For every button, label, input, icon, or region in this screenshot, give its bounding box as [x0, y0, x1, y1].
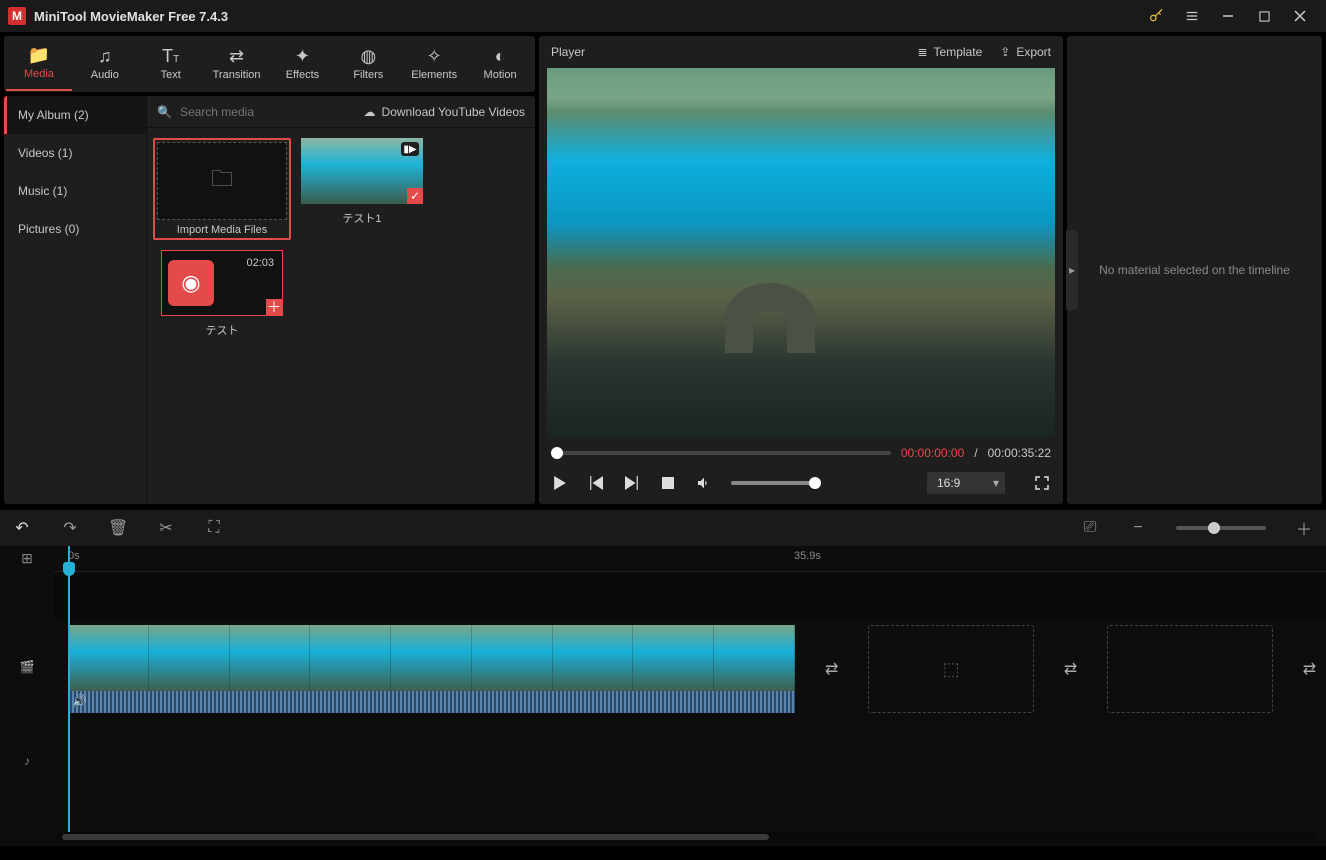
aspect-ratio-select[interactable]: 16:9: [927, 472, 1005, 494]
export-icon: ⇪: [1000, 45, 1010, 59]
delete-button[interactable]: 🗑: [108, 518, 128, 538]
timeline-scrollbar[interactable]: [56, 832, 1318, 842]
download-youtube-button[interactable]: ☁ Download YouTube Videos: [364, 105, 525, 119]
play-button[interactable]: [551, 474, 569, 492]
title-bar: M MiniTool MovieMaker Free 7.4.3: [0, 0, 1326, 32]
close-button[interactable]: [1282, 0, 1318, 32]
player-viewport[interactable]: [547, 68, 1055, 438]
tab-motion[interactable]: ◐Motion: [467, 37, 533, 91]
add-track-button[interactable]: ⊞: [0, 546, 54, 570]
empty-clip-slot[interactable]: ⬚: [868, 625, 1034, 713]
transition-slot-icon[interactable]: ⇄: [1054, 652, 1087, 686]
media-label: テスト1: [342, 210, 381, 226]
text-icon: TT: [162, 47, 179, 65]
motion-icon: ◐: [495, 47, 506, 65]
music-note-icon: ♫: [98, 47, 112, 65]
folder-open-icon: 🗀: [211, 162, 233, 200]
main-toolbar: 📁Media ♫Audio TTText ⇄Transition ✦Effect…: [4, 36, 535, 92]
total-time: 00:00:35:22: [988, 446, 1051, 460]
timeline: ⊞ 🎬 ♪ 0s 35.9s 🔊 ⇄ ⬚ ⇄ ⇄: [0, 546, 1326, 846]
media-label: テスト: [206, 322, 239, 338]
layers-icon: ≣: [917, 45, 927, 59]
cat-my-album[interactable]: My Album (2): [4, 96, 146, 134]
video-track-icon: 🎬: [0, 620, 54, 714]
video-track[interactable]: 🔊 ⇄ ⬚ ⇄ ⇄: [54, 622, 1326, 716]
media-category-list: My Album (2) Videos (1) Music (1) Pictur…: [4, 96, 147, 504]
redo-button[interactable]: ↷: [60, 518, 80, 538]
audio-track-icon: ♪: [0, 714, 54, 808]
inspector-panel: ▸ No material selected on the timeline: [1067, 36, 1322, 504]
search-input[interactable]: [180, 105, 356, 119]
transition-slot-icon[interactable]: ⇄: [815, 652, 848, 686]
zoom-out-button[interactable]: −: [1128, 519, 1148, 537]
current-time: 00:00:00:00: [901, 446, 964, 460]
cat-videos[interactable]: Videos (1): [4, 134, 146, 172]
media-item-video[interactable]: ▮▶ ✓ テスト1: [297, 138, 427, 240]
cloud-download-icon: ☁: [364, 105, 376, 119]
fullscreen-button[interactable]: [1033, 474, 1051, 492]
prev-frame-button[interactable]: [587, 474, 605, 492]
player-panel: Player ≣ Template ⇪ Export 00:00:00:00 /…: [539, 36, 1063, 504]
playhead[interactable]: [68, 546, 70, 832]
audio-track[interactable]: [54, 716, 1326, 810]
snap-button[interactable]: ⎚: [1080, 519, 1100, 537]
tab-transition[interactable]: ⇄Transition: [204, 37, 270, 91]
fx-track[interactable]: [54, 572, 1326, 622]
import-label: Import Media Files: [157, 224, 287, 236]
transition-slot-icon[interactable]: ⇄: [1293, 652, 1326, 686]
video-badge-icon: ▮▶: [401, 142, 419, 156]
volume-button[interactable]: [695, 474, 713, 492]
empty-clip-slot[interactable]: [1107, 625, 1273, 713]
speaker-icon: 🔊: [72, 694, 87, 708]
tab-text[interactable]: TTText: [138, 37, 204, 91]
venn-icon: ◍: [360, 47, 376, 65]
split-button[interactable]: ✂: [156, 518, 176, 538]
zoom-slider[interactable]: [1176, 526, 1266, 530]
template-button[interactable]: ≣ Template: [917, 45, 982, 59]
player-title: Player: [551, 45, 585, 59]
media-grid: 🗀 Import Media Files ▮▶ ✓ テスト1 ◉: [147, 128, 535, 504]
menu-icon[interactable]: [1174, 0, 1210, 32]
inspector-empty-label: No material selected on the timeline: [1099, 263, 1290, 277]
time-ruler[interactable]: 0s 35.9s: [54, 546, 1326, 572]
app-logo-icon: M: [8, 7, 26, 25]
media-panel: 📁Media ♫Audio TTText ⇄Transition ✦Effect…: [4, 36, 535, 504]
check-icon: ✓: [407, 188, 423, 204]
duration-label: 02:03: [246, 257, 274, 269]
crop-button[interactable]: ⛶: [204, 519, 224, 537]
minimize-button[interactable]: [1210, 0, 1246, 32]
tab-elements[interactable]: ✧Elements: [401, 37, 467, 91]
seek-bar[interactable]: [551, 451, 891, 455]
volume-slider[interactable]: [731, 481, 821, 485]
export-button[interactable]: ⇪ Export: [1000, 45, 1051, 59]
collapse-inspector-button[interactable]: ▸: [1066, 230, 1078, 310]
next-frame-button[interactable]: [623, 474, 641, 492]
tab-effects[interactable]: ✦Effects: [270, 37, 336, 91]
tab-audio[interactable]: ♫Audio: [72, 37, 138, 91]
stop-button[interactable]: [659, 474, 677, 492]
tab-media[interactable]: 📁Media: [6, 37, 72, 91]
edit-toolbar: ↶ ↷ 🗑 ✂ ⛶ ⎚ − ＋: [0, 510, 1326, 546]
key-icon[interactable]: [1138, 0, 1174, 32]
import-media-button[interactable]: 🗀 Import Media Files: [153, 138, 291, 240]
audio-disc-icon: ◉: [168, 260, 214, 306]
folder-icon: 📁: [28, 46, 50, 64]
cat-pictures[interactable]: Pictures (0): [4, 210, 146, 248]
tab-filters[interactable]: ◍Filters: [335, 37, 401, 91]
video-clip[interactable]: 🔊: [68, 625, 795, 713]
app-title: MiniTool MovieMaker Free 7.4.3: [34, 9, 228, 24]
sparkle-icon: ✦: [295, 47, 310, 65]
maximize-button[interactable]: [1246, 0, 1282, 32]
add-icon[interactable]: ＋: [266, 299, 282, 315]
cat-music[interactable]: Music (1): [4, 172, 146, 210]
star-icon: ✧: [427, 47, 442, 65]
zoom-in-button[interactable]: ＋: [1294, 516, 1314, 540]
transition-icon: ⇄: [229, 47, 244, 65]
undo-button[interactable]: ↶: [12, 518, 32, 538]
search-icon: 🔍: [157, 105, 172, 119]
media-item-audio[interactable]: ◉ 02:03 ＋ テスト: [157, 250, 287, 338]
